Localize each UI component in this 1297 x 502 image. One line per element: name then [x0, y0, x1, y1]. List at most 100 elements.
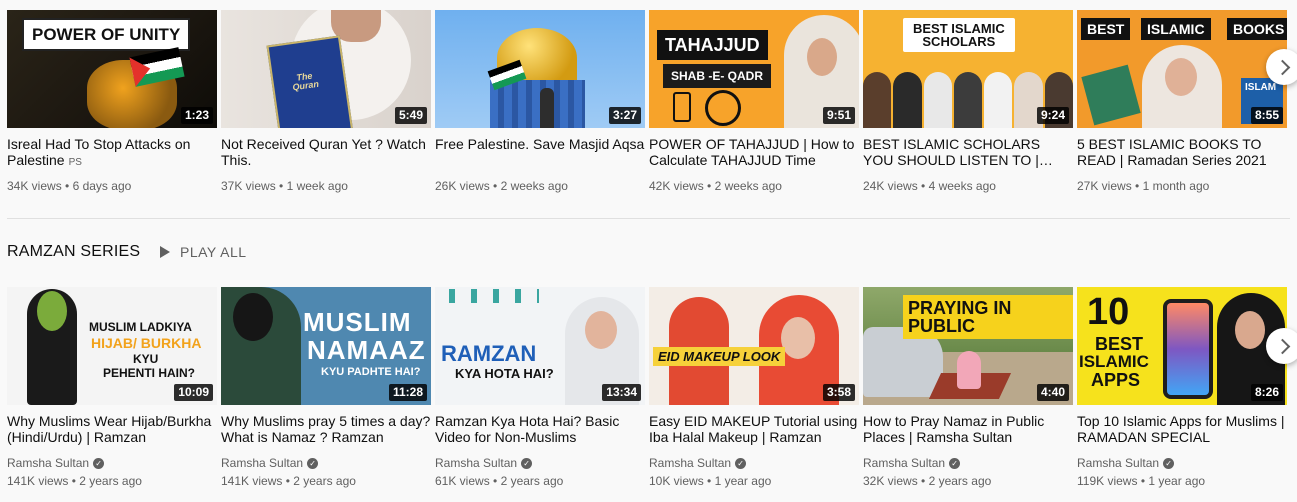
video-title[interactable]: Not Received Quran Yet ? Watch This. — [221, 136, 431, 168]
lantern-decor — [449, 289, 539, 303]
person-figure — [540, 88, 554, 128]
video-duration: 4:40 — [1036, 384, 1069, 401]
thumbnail-text: 10 — [1087, 291, 1130, 333]
shelf-title[interactable]: RAMZAN SERIES — [7, 243, 140, 261]
verified-check-icon: ✓ — [735, 457, 747, 469]
video-meta: 27K views • 1 month ago — [1077, 179, 1210, 193]
channel-name[interactable]: Ramsha Sultan — [435, 454, 517, 472]
thumbnail-text: MUSLIM — [303, 307, 412, 337]
video-duration: 8:26 — [1250, 384, 1283, 401]
video-meta: 10K views • 1 year ago — [649, 474, 772, 488]
video-thumbnail[interactable]: BEST ISLAMIC SCHOLARS 9:24 — [863, 10, 1073, 128]
channel-name[interactable]: Ramsha Sultan — [7, 454, 89, 472]
video-meta: 42K views • 2 weeks ago — [649, 179, 782, 193]
channel-info: Ramsha Sultan ✓ — [649, 454, 859, 472]
upload-age: 2 years ago — [500, 474, 564, 488]
video-duration: 11:28 — [388, 384, 427, 401]
upload-age: 2 weeks ago — [714, 179, 782, 193]
video-thumbnail[interactable]: BEST ISLAMIC BOOKS ISLAM 8:55 — [1077, 10, 1287, 128]
video-thumbnail[interactable]: RAMZAN KYA HOTA HAI? 13:34 — [435, 287, 645, 405]
quran-book: The Quran — [266, 35, 354, 128]
video-thumbnail[interactable]: PRAYING IN PUBLIC 4:40 — [863, 287, 1073, 405]
face — [585, 311, 617, 349]
channel-name[interactable]: Ramsha Sultan — [221, 454, 303, 472]
video-card[interactable]: MUSLIM NAMAAZ KYU PADHTE HAI? 11:28 Why … — [221, 287, 431, 490]
thumbnail-text: PEHENTI HAIN? — [103, 366, 196, 380]
video-card[interactable]: PRAYING IN PUBLIC 4:40 How to Pray Namaz… — [863, 287, 1073, 490]
thumbnail-text: RAMZAN — [441, 341, 537, 366]
video-title[interactable]: POWER OF TAHAJJUD | How to Calculate TAH… — [649, 136, 859, 168]
view-count: 32K views — [863, 474, 918, 488]
carousel-next-button[interactable] — [1266, 328, 1297, 364]
view-count: 34K views — [7, 179, 62, 193]
video-thumbnail[interactable]: 3:27 — [435, 10, 645, 128]
thumbnail-text: BEST ISLAMIC SCHOLARS — [903, 18, 1015, 52]
upload-age: 1 week ago — [286, 179, 348, 193]
video-title[interactable]: Why Muslims Wear Hijab/Burkha (Hindi/Urd… — [7, 413, 217, 445]
video-meta: 37K views • 1 week ago — [221, 179, 348, 193]
video-meta: 119K views • 1 year ago — [1077, 474, 1206, 488]
video-thumbnail[interactable]: 10 BEST ISLAMIC APPS 8:26 — [1077, 287, 1287, 405]
channel-name[interactable]: Ramsha Sultan — [863, 454, 945, 472]
video-card[interactable]: BEST ISLAMIC SCHOLARS 9:24 BEST ISLAMIC S… — [863, 10, 1073, 195]
video-title-text[interactable]: Isreal Had To Stop Attacks on Palestine — [7, 136, 190, 168]
video-card[interactable]: MUSLIM LADKIYA HIJAB/ BURKHA KYU PEHENTI… — [7, 287, 217, 490]
video-duration: 1:23 — [180, 107, 213, 124]
video-thumbnail[interactable]: POWER OF UNITY 1:23 — [7, 10, 217, 128]
thumbnail-text: KYU PADHTE HAI? — [321, 366, 421, 378]
chevron-right-icon — [1274, 59, 1290, 75]
video-meta: 141K views • 2 years ago — [7, 474, 142, 488]
book-text: The Quran — [291, 71, 320, 93]
video-thumbnail[interactable]: MUSLIM LADKIYA HIJAB/ BURKHA KYU PEHENTI… — [7, 287, 217, 405]
view-count: 141K views — [7, 474, 69, 488]
thumbnail-text: APPS — [1091, 370, 1141, 390]
face — [807, 38, 837, 76]
play-all-button[interactable]: PLAY ALL — [160, 241, 247, 263]
video-title[interactable]: Why Muslims pray 5 times a day? What is … — [221, 413, 431, 445]
video-title[interactable]: Top 10 Islamic Apps for Muslims | RAMADA… — [1077, 413, 1287, 445]
book-image — [1081, 64, 1141, 126]
thumbnail-text: ISLAMIC — [1079, 352, 1149, 371]
video-card[interactable]: The Quran 5:49 Not Received Quran Yet ? W… — [221, 10, 431, 195]
mosque-wall — [490, 80, 585, 128]
view-count: 26K views — [435, 179, 490, 193]
video-duration: 9:51 — [822, 107, 855, 124]
video-card[interactable]: TAHAJJUD SHAB -E- QADR 9:51 POWER OF TAH… — [649, 10, 859, 195]
video-thumbnail[interactable]: EID MAKEUP LOOK 3:58 — [649, 287, 859, 405]
thumbnail-text: EID MAKEUP LOOK — [653, 347, 786, 366]
video-card[interactable]: EID MAKEUP LOOK 3:58 Easy EID MAKEUP Tut… — [649, 287, 859, 490]
channel-info: Ramsha Sultan ✓ — [221, 454, 431, 472]
video-title[interactable]: How to Pray Namaz in Public Places | Ram… — [863, 413, 1073, 445]
video-duration: 5:49 — [394, 107, 427, 124]
video-meta: 32K views • 2 years ago — [863, 474, 992, 488]
thumbnail-text: BEST — [1081, 18, 1131, 40]
video-title[interactable]: Ramzan Kya Hota Hai? Basic Video for Non… — [435, 413, 645, 445]
video-thumbnail[interactable]: The Quran 5:49 — [221, 10, 431, 128]
video-duration: 3:58 — [822, 384, 855, 401]
upload-age: 6 days ago — [72, 179, 132, 193]
channel-info: Ramsha Sultan ✓ — [435, 454, 645, 472]
video-title[interactable]: 5 BEST ISLAMIC BOOKS TO READ | Ramadan S… — [1077, 136, 1287, 168]
video-title[interactable]: Free Palestine. Save Masjid Aqsa — [435, 136, 645, 168]
video-duration: 8:55 — [1250, 107, 1283, 124]
video-card[interactable]: RAMZAN KYA HOTA HAI? 13:34 Ramzan Kya Ho… — [435, 287, 645, 490]
carousel-next-button[interactable] — [1266, 49, 1297, 85]
video-title[interactable]: Isreal Had To Stop Attacks on Palestine P… — [7, 136, 217, 168]
view-count: 10K views — [649, 474, 704, 488]
channel-name[interactable]: Ramsha Sultan — [649, 454, 731, 472]
video-card[interactable]: POWER OF UNITY 1:23 Isreal Had To Stop A… — [7, 10, 217, 195]
video-thumbnail[interactable]: MUSLIM NAMAAZ KYU PADHTE HAI? 11:28 — [221, 287, 431, 405]
video-duration: 13:34 — [602, 384, 641, 401]
face — [1165, 58, 1197, 96]
view-count: 61K views — [435, 474, 490, 488]
video-card[interactable]: 10 BEST ISLAMIC APPS 8:26 Top 10 Islamic… — [1077, 287, 1287, 490]
face — [1235, 311, 1265, 349]
channel-name[interactable]: Ramsha Sultan — [1077, 454, 1159, 472]
video-thumbnail[interactable]: TAHAJJUD SHAB -E- QADR 9:51 — [649, 10, 859, 128]
video-title[interactable]: Easy EID MAKEUP Tutorial using Iba Halal… — [649, 413, 859, 445]
upload-age: 4 weeks ago — [928, 179, 996, 193]
video-card[interactable]: BEST ISLAMIC BOOKS ISLAM 8:55 5 BEST ISL… — [1077, 10, 1287, 195]
video-card[interactable]: 3:27 Free Palestine. Save Masjid Aqsa 26… — [435, 10, 645, 195]
ps-badge: PS — [68, 157, 82, 168]
video-title[interactable]: BEST ISLAMIC SCHOLARS YOU SHOULD LISTEN … — [863, 136, 1073, 168]
